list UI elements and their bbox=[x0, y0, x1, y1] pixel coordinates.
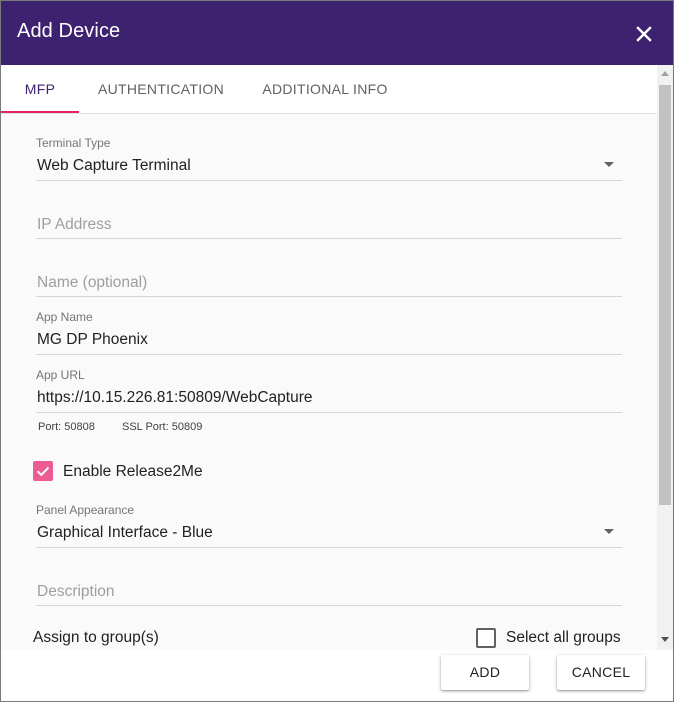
terminal-type-select[interactable]: Terminal Type Web Capture Terminal bbox=[36, 134, 622, 181]
panel-appearance-select[interactable]: Panel Appearance Graphical Interface - B… bbox=[36, 501, 622, 548]
tab-bar: MFP AUTHENTICATION ADDITIONAL INFO bbox=[1, 65, 657, 114]
close-icon bbox=[636, 26, 652, 42]
scroll-down-arrow-icon[interactable] bbox=[661, 637, 669, 642]
form-content: Terminal Type Web Capture Terminal IP Ad… bbox=[1, 114, 657, 650]
app-name-value: MG DP Phoenix bbox=[37, 331, 148, 348]
select-all-groups-label: Select all groups bbox=[506, 629, 621, 646]
panel-appearance-label: Panel Appearance bbox=[36, 503, 135, 517]
dialog-footer: ADD CANCEL bbox=[1, 650, 673, 701]
description-field[interactable]: Description bbox=[36, 575, 622, 606]
scrollbar-thumb[interactable] bbox=[659, 85, 671, 505]
close-button[interactable] bbox=[631, 21, 657, 47]
checkmark-icon bbox=[36, 466, 50, 477]
tab-mfp[interactable]: MFP bbox=[1, 65, 79, 113]
cancel-button[interactable]: CANCEL bbox=[557, 655, 645, 690]
add-device-dialog: Add Device MFP AUTHENTICATION ADDITIONAL… bbox=[0, 0, 674, 702]
chevron-down-icon bbox=[604, 162, 614, 167]
active-tab-indicator bbox=[1, 111, 79, 113]
app-url-value: https://10.15.226.81:50809/WebCapture bbox=[37, 389, 313, 406]
ssl-port-hint: SSL Port: 50809 bbox=[122, 421, 203, 433]
app-name-field[interactable]: App Name MG DP Phoenix bbox=[36, 308, 622, 355]
terminal-type-label: Terminal Type bbox=[36, 136, 111, 150]
dialog-header: Add Device bbox=[1, 1, 673, 65]
app-url-label: App URL bbox=[36, 368, 85, 382]
add-button[interactable]: ADD bbox=[441, 655, 529, 690]
panel-appearance-value: Graphical Interface - Blue bbox=[37, 524, 213, 541]
tab-additional-info[interactable]: ADDITIONAL INFO bbox=[251, 65, 399, 113]
enable-release-checkbox[interactable] bbox=[33, 461, 53, 481]
assign-groups-label: Assign to group(s) bbox=[33, 629, 159, 646]
name-field[interactable]: Name (optional) bbox=[36, 266, 622, 297]
select-all-groups-checkbox[interactable] bbox=[476, 628, 496, 648]
enable-release-label: Enable Release2Me bbox=[63, 463, 203, 480]
port-hint: Port: 50808 bbox=[38, 421, 95, 433]
description-placeholder: Description bbox=[37, 583, 115, 600]
tab-authentication[interactable]: AUTHENTICATION bbox=[89, 65, 233, 113]
app-name-label: App Name bbox=[36, 310, 93, 324]
dialog-title: Add Device bbox=[17, 20, 121, 42]
ip-address-field[interactable]: IP Address bbox=[36, 208, 622, 239]
terminal-type-value: Web Capture Terminal bbox=[37, 157, 191, 174]
app-url-field[interactable]: App URL https://10.15.226.81:50809/WebCa… bbox=[36, 366, 622, 413]
name-placeholder: Name (optional) bbox=[37, 274, 148, 291]
chevron-down-icon bbox=[604, 529, 614, 534]
scroll-up-arrow-icon[interactable] bbox=[661, 71, 669, 76]
ip-address-placeholder: IP Address bbox=[37, 216, 112, 233]
scrollbar[interactable] bbox=[657, 65, 673, 650]
